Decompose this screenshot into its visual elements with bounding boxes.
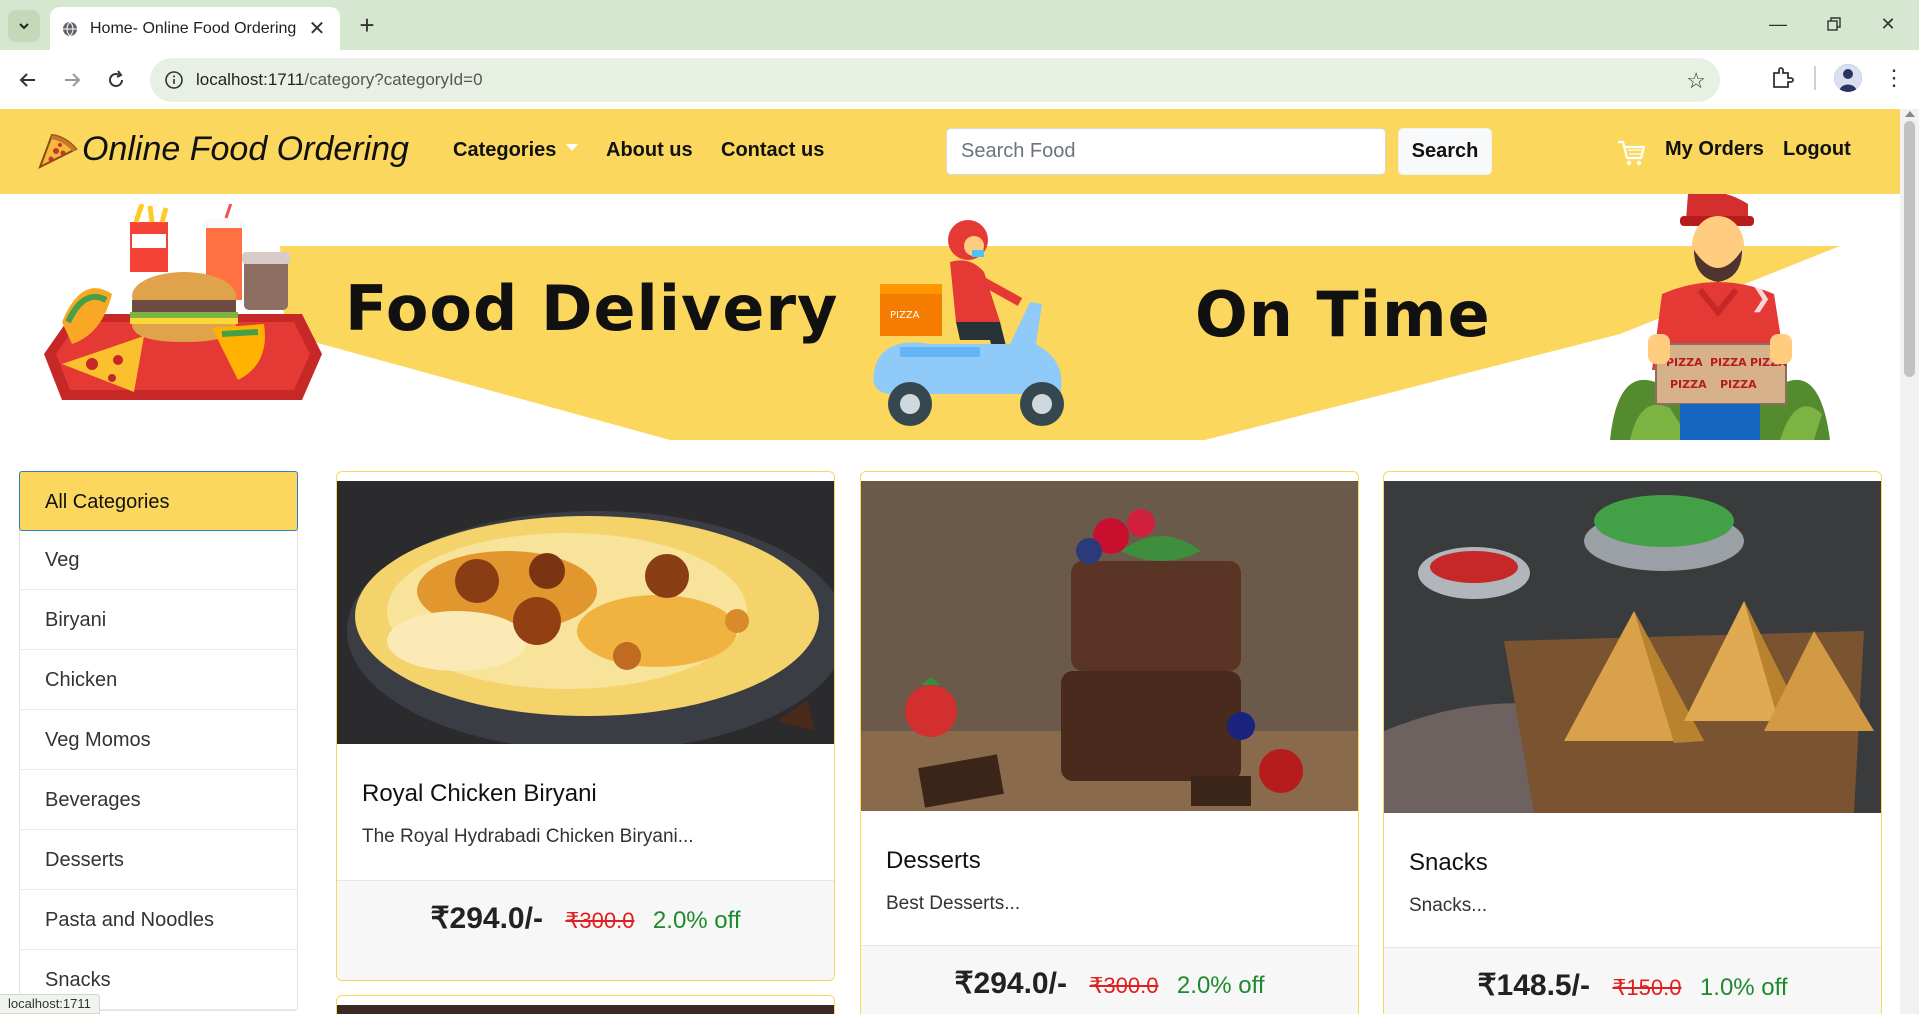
arrow-left-icon — [19, 73, 35, 87]
profile-avatar[interactable] — [1834, 64, 1862, 92]
food-card-next-row[interactable] — [336, 995, 835, 1014]
url-host: localhost:1711 — [196, 70, 305, 89]
tab-search-button[interactable] — [8, 10, 40, 42]
category-beverages[interactable]: Beverages — [20, 770, 297, 830]
food-card-description: Best Desserts... — [886, 893, 1021, 914]
delivery-man-illustration: PIZZA PIZZA PIZZA PIZZA PIZZA — [1610, 194, 1830, 440]
tab-title: Home- Online Food Ordering — [90, 19, 297, 37]
arrow-right-icon — [65, 73, 81, 87]
svg-text:PIZZA: PIZZA — [1666, 356, 1703, 369]
extensions-icon[interactable] — [1768, 64, 1796, 92]
scroll-up-arrow-icon[interactable] — [1905, 111, 1915, 117]
category-veg-momos[interactable]: Veg Momos — [20, 710, 297, 770]
url-path: /category?categoryId=0 — [304, 70, 483, 89]
food-image-desserts — [861, 481, 1358, 811]
close-window-button[interactable]: ✕ — [1868, 8, 1908, 40]
search-food-input[interactable] — [946, 128, 1386, 175]
forward-button[interactable] — [56, 64, 88, 96]
back-button[interactable] — [12, 64, 44, 96]
food-card-price-footer: ₹294.0/- ₹300.0 2.0% off — [861, 945, 1358, 1014]
address-bar[interactable]: localhost:1711/category?categoryId=0 ☆ — [150, 58, 1720, 102]
food-tray-illustration — [44, 204, 322, 400]
food-image-biryani — [337, 481, 834, 744]
svg-text:PIZZA: PIZZA — [890, 310, 920, 321]
food-card-price: ₹294.0/- — [430, 902, 543, 935]
page-scrollbar[interactable] — [1900, 109, 1919, 1014]
food-card-discount: 2.0% off — [652, 907, 741, 934]
search-button[interactable]: Search — [1398, 128, 1492, 175]
food-card-price-footer: ₹148.5/- ₹150.0 1.0% off — [1384, 947, 1881, 1014]
food-card-royal-chicken-biryani[interactable]: Royal Chicken Biryani The Royal Hydrabad… — [336, 471, 835, 981]
logout-link[interactable]: Logout — [1783, 138, 1851, 161]
food-card-snacks[interactable]: Snacks Snacks... ₹148.5/- ₹150.0 1.0% of… — [1383, 471, 1882, 1014]
nav-categories-dropdown[interactable]: Categories — [453, 139, 579, 162]
my-orders-link[interactable]: My Orders — [1665, 138, 1764, 161]
food-card-title: Snacks — [1409, 849, 1488, 876]
food-image-next — [337, 1005, 834, 1014]
site-navbar: Online Food Ordering Categories About us… — [0, 109, 1900, 194]
delivery-scooter-illustration: PIZZA — [873, 220, 1064, 426]
category-all[interactable]: All Categories — [19, 471, 298, 531]
banner-heading-on-time: On Time — [1195, 278, 1491, 351]
restore-button[interactable] — [1814, 8, 1854, 40]
nav-contact[interactable]: Contact us — [721, 139, 824, 162]
reload-icon — [109, 70, 123, 87]
category-pasta-noodles[interactable]: Pasta and Noodles — [20, 890, 297, 950]
food-card-discount: 1.0% off — [1699, 974, 1788, 1001]
food-card-price: ₹294.0/- — [954, 967, 1067, 1000]
cart-icon[interactable] — [1616, 138, 1646, 168]
page-viewport: Online Food Ordering Categories About us… — [0, 109, 1900, 1014]
minimize-button[interactable]: — — [1758, 8, 1798, 40]
url-text: localhost:1711/category?categoryId=0 — [196, 70, 483, 90]
food-card-mrp: ₹300.0 — [565, 908, 635, 933]
toolbar-divider — [1814, 66, 1816, 90]
scrollbar-thumb[interactable] — [1904, 121, 1915, 377]
brand-link[interactable]: Online Food Ordering — [36, 127, 409, 171]
food-card-mrp: ₹150.0 — [1612, 975, 1682, 1000]
carousel-next-icon[interactable]: ❯ — [1750, 282, 1772, 313]
food-card-description: Snacks... — [1409, 895, 1488, 916]
reload-button[interactable] — [100, 64, 132, 96]
food-card-description: The Royal Hydrabadi Chicken Biryani... — [362, 826, 694, 847]
close-tab-icon[interactable]: ✕ — [306, 16, 328, 41]
new-tab-button[interactable]: + — [352, 10, 382, 40]
bookmark-star-icon[interactable]: ☆ — [1686, 68, 1706, 94]
browser-menu-icon[interactable]: ⋮ — [1880, 64, 1908, 92]
browser-tabstrip: Home- Online Food Ordering ✕ + — ✕ — [0, 0, 1919, 50]
food-card-discount: 2.0% off — [1176, 972, 1265, 999]
food-card-price-footer: ₹294.0/- ₹300.0 2.0% off — [337, 880, 834, 980]
link-status-bubble: localhost:1711 — [0, 994, 100, 1014]
banner-heading-food-delivery: Food Delivery — [345, 272, 839, 345]
globe-icon — [62, 21, 78, 37]
food-image-snacks — [1384, 481, 1881, 813]
category-list: All Categories Veg Biryani Chicken Veg M… — [19, 471, 298, 1011]
svg-text:PIZZA: PIZZA — [1720, 378, 1757, 391]
svg-text:PIZZA: PIZZA — [1670, 378, 1707, 391]
food-card-desserts[interactable]: Desserts Best Desserts... ₹294.0/- ₹300.… — [860, 471, 1359, 1014]
restore-icon — [1827, 17, 1841, 31]
site-info-icon[interactable] — [164, 70, 184, 90]
browser-tab[interactable]: Home- Online Food Ordering ✕ — [50, 7, 340, 50]
brand-title: Online Food Ordering — [82, 129, 409, 168]
banner-carousel: Food Delivery PIZZA On Time PIZZA PIZZA … — [0, 194, 1900, 440]
category-desserts[interactable]: Desserts — [20, 830, 297, 890]
food-card-price: ₹148.5/- — [1477, 969, 1590, 1002]
category-chicken[interactable]: Chicken — [20, 650, 297, 710]
food-card-title: Royal Chicken Biryani — [362, 780, 597, 807]
category-biryani[interactable]: Biryani — [20, 590, 297, 650]
caret-down-icon — [566, 144, 579, 152]
food-card-title: Desserts — [886, 847, 981, 874]
nav-categories-label: Categories — [453, 139, 557, 161]
category-veg[interactable]: Veg — [20, 530, 297, 590]
pizza-logo-icon — [38, 133, 78, 170]
nav-about[interactable]: About us — [606, 139, 693, 162]
chevron-down-icon — [19, 23, 29, 30]
svg-text:PIZZA: PIZZA — [1710, 356, 1747, 369]
food-card-mrp: ₹300.0 — [1089, 973, 1159, 998]
